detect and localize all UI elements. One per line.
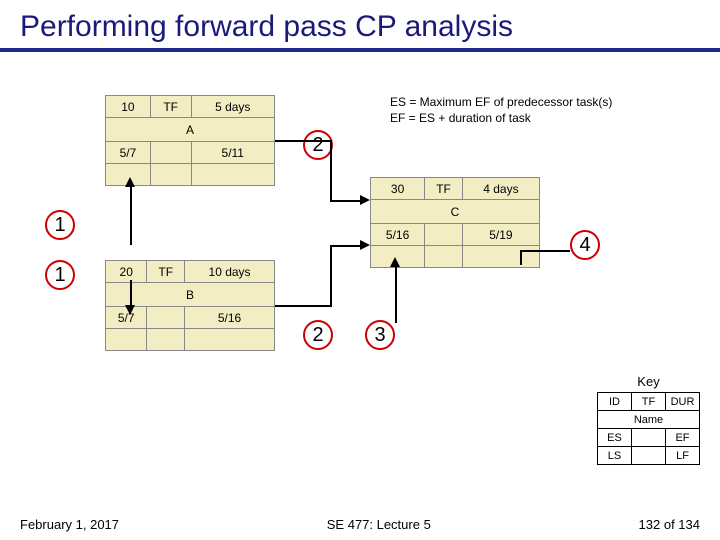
task-b-id: 20: [106, 261, 147, 283]
pointer-3-c: [395, 265, 397, 323]
key-es: ES: [598, 429, 632, 447]
task-a-blank2: [150, 164, 191, 186]
arrowhead-1-b: [125, 305, 135, 315]
task-box-a: 10TF5 days A 5/7 5/11: [105, 95, 275, 186]
key-dur: DUR: [666, 393, 700, 411]
footer-center: SE 477: Lecture 5: [327, 517, 431, 532]
connector-b-c-v: [330, 245, 332, 307]
task-c-blank: [425, 224, 463, 246]
step-circle-1b: 1: [45, 260, 75, 290]
arrowhead-1-a: [125, 177, 135, 187]
task-b-blank2: [147, 329, 185, 351]
formula-ef: EF = ES + duration of task: [390, 111, 612, 127]
task-a-dur: 5 days: [191, 96, 274, 118]
pointer-1-a: [130, 185, 132, 245]
step-circle-2b: 2: [303, 320, 333, 350]
step-circle-3: 3: [365, 320, 395, 350]
connector-b-c-h2: [330, 245, 362, 247]
arrowhead-a-c: [360, 195, 370, 205]
step-circle-2a: 2: [303, 130, 333, 160]
arrowhead-3-c: [390, 257, 400, 267]
title-underline: [0, 48, 720, 52]
task-b-dur: 10 days: [185, 261, 275, 283]
task-a-ef: 5/11: [191, 142, 274, 164]
key-blank1: [632, 429, 666, 447]
task-c-name: C: [371, 200, 540, 224]
task-b-ls: [106, 329, 147, 351]
key-legend: Key IDTFDUR Name ES EF LS LF: [597, 374, 700, 465]
key-ef: EF: [666, 429, 700, 447]
diagram-canvas: ES = Maximum EF of predecessor task(s) E…: [0, 55, 720, 510]
pointer-1-b: [130, 280, 132, 307]
task-b-ef: 5/16: [185, 307, 275, 329]
step-circle-4: 4: [570, 230, 600, 260]
connector-a-c-h: [275, 140, 330, 142]
task-a-id: 10: [106, 96, 151, 118]
task-c-blank2: [425, 246, 463, 268]
key-table: IDTFDUR Name ES EF LS LF: [597, 392, 700, 465]
footer-date: February 1, 2017: [20, 517, 119, 532]
task-b-blank: [147, 307, 185, 329]
connector-b-c-h: [275, 305, 330, 307]
task-c-id: 30: [371, 178, 425, 200]
key-title: Key: [597, 374, 700, 389]
footer-page: 132 of 134: [639, 517, 700, 532]
key-name: Name: [598, 411, 700, 429]
key-id: ID: [598, 393, 632, 411]
task-c-ef: 5/19: [462, 224, 539, 246]
key-lf: LF: [666, 447, 700, 465]
task-c-lf: [462, 246, 539, 268]
task-a-blank: [150, 142, 191, 164]
task-c-tf: TF: [425, 178, 463, 200]
task-a-es: 5/7: [106, 142, 151, 164]
task-c-dur: 4 days: [462, 178, 539, 200]
task-a-name: A: [106, 118, 275, 142]
task-a-lf: [191, 164, 274, 186]
connector-a-c-h2: [330, 200, 362, 202]
page-title: Performing forward pass CP analysis: [0, 0, 720, 48]
task-c-es: 5/16: [371, 224, 425, 246]
task-b-lf: [185, 329, 275, 351]
key-tf: TF: [632, 393, 666, 411]
task-a-tf: TF: [150, 96, 191, 118]
step-circle-1a: 1: [45, 210, 75, 240]
footer: February 1, 2017 SE 477: Lecture 5 132 o…: [0, 517, 720, 532]
connector-a-c-v: [330, 140, 332, 200]
task-b-tf: TF: [147, 261, 185, 283]
pointer-4-c-h: [520, 250, 570, 252]
key-ls: LS: [598, 447, 632, 465]
task-box-c: 30TF4 days C 5/16 5/19: [370, 177, 540, 268]
arrowhead-b-c: [360, 240, 370, 250]
formula-text: ES = Maximum EF of predecessor task(s) E…: [390, 95, 612, 126]
formula-es: ES = Maximum EF of predecessor task(s): [390, 95, 612, 111]
pointer-4-c-v: [520, 250, 522, 265]
key-blank2: [632, 447, 666, 465]
